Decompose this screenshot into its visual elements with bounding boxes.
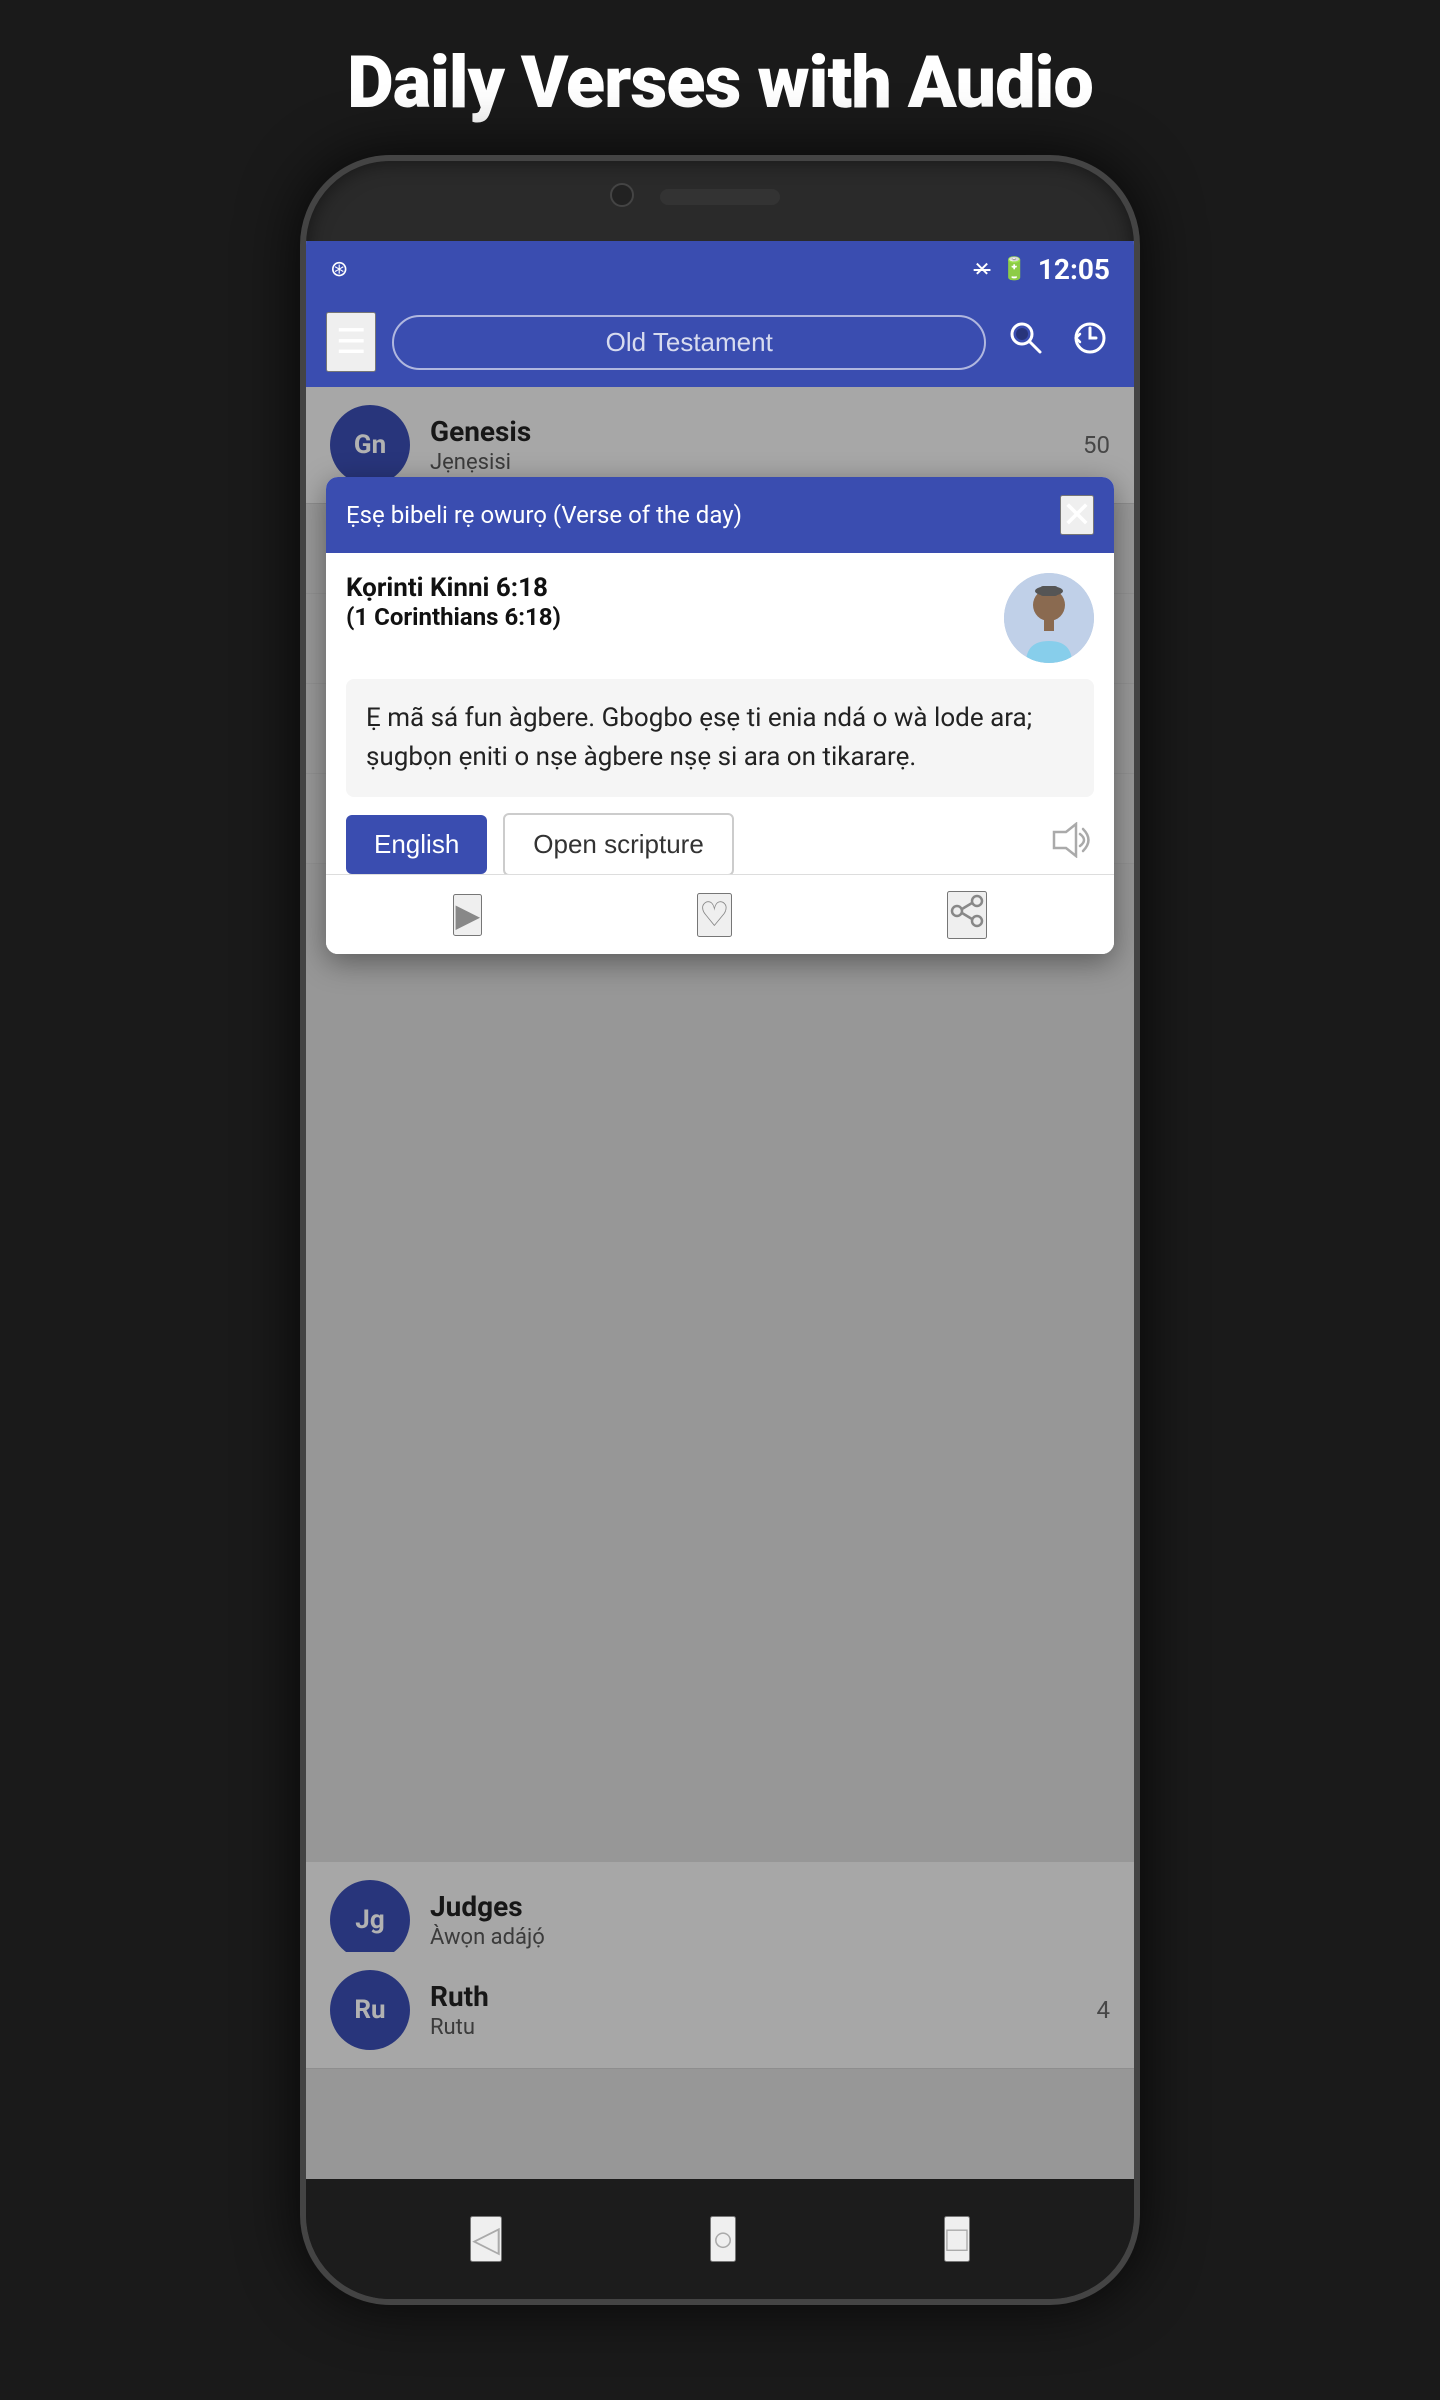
verse-ref-english: (1 Corinthians 6:18) (346, 603, 988, 631)
verse-text: Ẹ mã sá fun àgbere. Gbogbo ẹsẹ ti enia n… (366, 699, 1074, 777)
status-bar: ⊛ ✕ 🔋 12:05 (306, 241, 1134, 297)
home-button[interactable]: ○ (710, 2216, 736, 2262)
phone-camera (610, 183, 634, 207)
heart-button[interactable]: ♡ (697, 893, 731, 937)
hamburger-button[interactable]: ☰ (326, 312, 376, 372)
modal-actions: English Open scripture (346, 813, 1094, 880)
bottom-player: ▶ ♡ (326, 874, 1114, 954)
phone-screen: ⊛ ✕ 🔋 12:05 ☰ Old Testament (306, 241, 1134, 2179)
search-icon[interactable] (1002, 314, 1050, 371)
english-button[interactable]: English (346, 815, 487, 874)
status-time: 12:05 (1038, 253, 1110, 286)
status-right: ✕ 🔋 12:05 (974, 253, 1110, 286)
modal-close-button[interactable]: ✕ (1060, 495, 1094, 535)
page-title: Daily Verses with Audio (287, 0, 1153, 155)
verse-header: Kọrinti Kinni 6:18 (1 Corinthians 6:18) (346, 573, 1094, 663)
verse-text-box: Ẹ mã sá fun àgbere. Gbogbo ẹsẹ ti enia n… (346, 679, 1094, 797)
modal-body: Kọrinti Kinni 6:18 (1 Corinthians 6:18) (326, 553, 1114, 900)
open-scripture-button[interactable]: Open scripture (503, 813, 734, 876)
signal-icon: ✕ (974, 257, 991, 281)
verse-reference: Kọrinti Kinni 6:18 (1 Corinthians 6:18) (346, 573, 988, 631)
person-avatar (1004, 573, 1094, 663)
battery-icon: 🔋 (1000, 257, 1027, 282)
verse-ref-yoruba: Kọrinti Kinni 6:18 (346, 573, 988, 603)
testament-button[interactable]: Old Testament (392, 315, 986, 370)
play-button[interactable]: ▶ (453, 894, 482, 936)
verse-modal: Ẹsẹ bibeli rẹ owurọ (Verse of the day) ✕… (326, 477, 1114, 954)
history-icon[interactable] (1066, 314, 1114, 371)
wifi-icon: ⊛ (330, 257, 348, 282)
modal-header: Ẹsẹ bibeli rẹ owurọ (Verse of the day) ✕ (326, 477, 1114, 553)
audio-icon[interactable] (1050, 822, 1094, 867)
app-toolbar: ☰ Old Testament (306, 297, 1134, 387)
recent-button[interactable]: □ (944, 2216, 970, 2262)
phone-wrapper: ⊛ ✕ 🔋 12:05 ☰ Old Testament (300, 155, 1140, 2305)
phone-speaker (660, 189, 780, 205)
book-list: Gn Genesis Jẹnẹsisi 50 0 7 (306, 387, 1134, 2179)
back-button[interactable]: ◁ (470, 2216, 502, 2262)
modal-title: Ẹsẹ bibeli rẹ owurọ (Verse of the day) (346, 501, 1060, 529)
status-left: ⊛ (330, 257, 348, 282)
share-button[interactable] (947, 891, 987, 939)
phone-bottom-bar: ◁ ○ □ (306, 2179, 1134, 2299)
